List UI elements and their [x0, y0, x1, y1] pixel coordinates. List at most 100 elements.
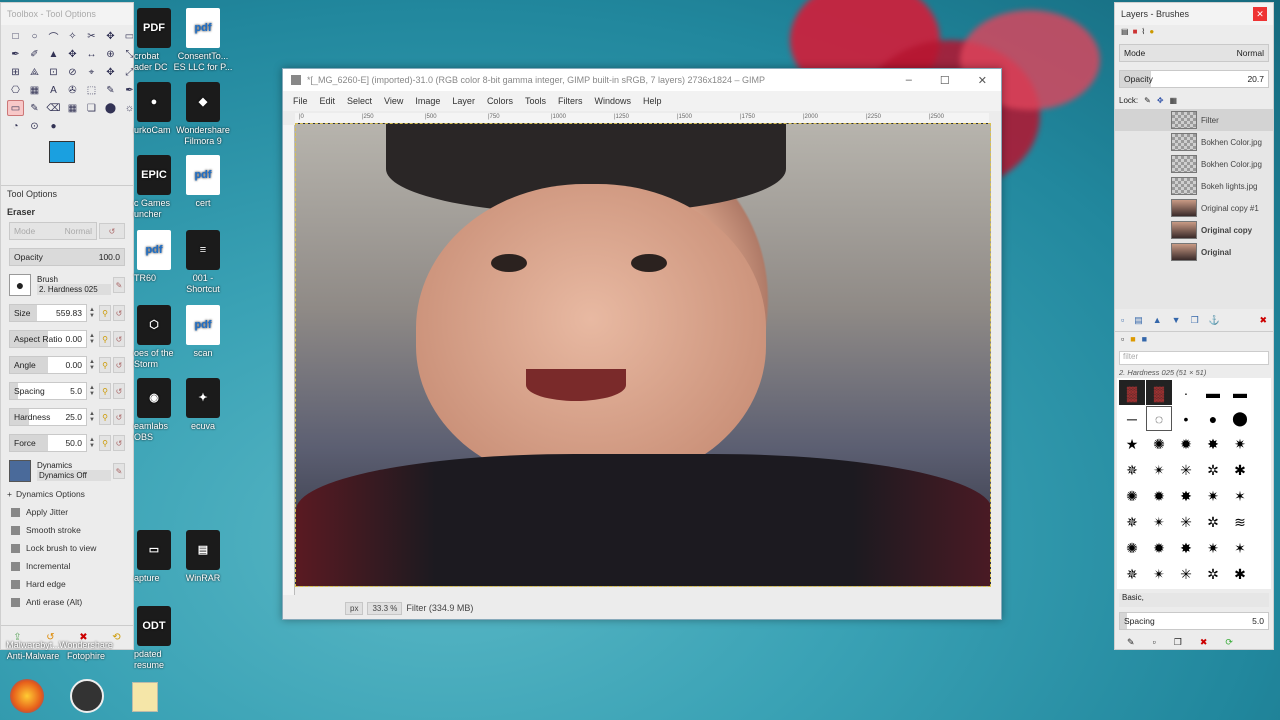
undo-tab-icon[interactable]: ● [1149, 27, 1154, 39]
spin-arrows-icon[interactable]: ▲ ▼ [89, 437, 97, 449]
tool-icon[interactable]: ⌖ [83, 64, 100, 80]
spin-arrows-icon[interactable]: ▲ ▼ [89, 359, 97, 371]
brush-preview[interactable]: ● [9, 274, 31, 296]
brush-swatch[interactable]: ✸ [1173, 536, 1199, 561]
gradients-tab-icon[interactable]: ■ [1142, 334, 1147, 347]
spin-arrows-icon[interactable]: ▲ ▼ [89, 333, 97, 345]
menu-item-layer[interactable]: Layer [446, 96, 481, 106]
tool-icon[interactable]: ◔ [7, 118, 24, 134]
channels-tab-icon[interactable]: ■ [1133, 27, 1138, 39]
brush-swatch[interactable]: ✸ [1173, 484, 1199, 509]
brush-edit-button[interactable]: ✎ [113, 277, 125, 293]
desktop-icon[interactable]: PDF crobat ader DC [134, 8, 174, 73]
checkbox-box[interactable] [11, 597, 20, 607]
brush-swatch[interactable]: ✺ [1146, 432, 1172, 457]
tool-icon[interactable]: ✎ [102, 82, 119, 98]
paths-tab-icon[interactable]: ⌇ [1141, 27, 1145, 39]
checkbox-box[interactable] [11, 543, 20, 553]
checkbox-box[interactable] [11, 507, 20, 517]
brush-swatch[interactable]: ▬ [1200, 380, 1226, 405]
brush-swatch[interactable]: ✵ [1119, 510, 1145, 535]
new-group-icon[interactable]: ▤ [1134, 315, 1143, 326]
brush-swatch[interactable]: ✶ [1227, 536, 1253, 561]
brush-swatch[interactable]: ✴ [1146, 510, 1172, 535]
menu-item-filters[interactable]: Filters [552, 96, 589, 106]
reset-icon[interactable]: ↺ [113, 383, 125, 399]
desktop-icon[interactable]: ▭ apture [134, 530, 174, 584]
brush-filter-field[interactable]: filter [1119, 351, 1269, 365]
image-canvas[interactable] [295, 123, 991, 587]
tool-icon[interactable]: ⎔ [7, 82, 24, 98]
mode-select[interactable]: Mode Normal [9, 222, 97, 240]
tool-icon[interactable]: ⟁ [26, 64, 43, 80]
new-brush-icon[interactable]: ▫ [1153, 637, 1156, 647]
layer-row[interactable]: Original copy #1 [1115, 197, 1273, 219]
brush-swatch[interactable]: ✳ [1173, 562, 1199, 587]
brush-swatch[interactable]: ● [1200, 406, 1226, 431]
tool-icon[interactable]: ⤡ [121, 46, 134, 62]
lock-position-icon[interactable]: ✥ [1157, 96, 1164, 105]
tool-icon[interactable]: ✂ [83, 28, 100, 44]
tool-icon[interactable]: ✥ [102, 64, 119, 80]
brush-swatch[interactable]: ▬ [1227, 380, 1253, 405]
layer-mode-select[interactable]: Mode Normal [1119, 44, 1269, 62]
mode-reset-button[interactable]: ↺ [99, 223, 125, 239]
layer-row[interactable]: Original copy [1115, 219, 1273, 241]
option-checkbox[interactable]: Lock brush to view [1, 539, 133, 557]
brush-swatch[interactable]: ≋ [1227, 510, 1253, 535]
tool-icon[interactable]: ⊡ [45, 64, 62, 80]
brush-swatch[interactable]: ✹ [1146, 484, 1172, 509]
brush-swatch[interactable]: • [1173, 406, 1199, 431]
tool-icon[interactable]: ✐ [26, 46, 43, 62]
link-icon[interactable]: ⚲ [99, 357, 111, 373]
dynamics-edit-button[interactable]: ✎ [113, 463, 125, 479]
desktop-icon[interactable]: pdf scan [170, 305, 236, 359]
brush-swatch[interactable]: ✷ [1227, 432, 1253, 457]
brush-swatch[interactable]: ✱ [1227, 562, 1253, 587]
brush-swatch[interactable]: ✸ [1200, 432, 1226, 457]
brush-swatch[interactable]: ✶ [1227, 484, 1253, 509]
dynamics-options-expander[interactable]: + Dynamics Options [1, 485, 133, 503]
brush-swatch[interactable]: ✲ [1200, 562, 1226, 587]
delete-layer-icon[interactable]: ✖ [1259, 315, 1267, 326]
zoom-select[interactable]: 33.3 % [367, 601, 403, 615]
layers-tab-icon[interactable]: ▤ [1121, 27, 1129, 39]
reset-icon[interactable]: ↺ [113, 435, 125, 451]
brush-swatch[interactable]: ▓ [1146, 380, 1172, 405]
tool-icon[interactable]: ⊙ [26, 118, 43, 134]
layer-row[interactable]: Original [1115, 241, 1273, 263]
brush-swatch[interactable]: ✳ [1173, 510, 1199, 535]
desktop-icon[interactable]: pdf ConsentTo... ES LLC for P... [170, 8, 236, 73]
link-icon[interactable]: ⚲ [99, 305, 111, 321]
minimize-icon[interactable]: – [906, 74, 912, 87]
reset-icon[interactable]: ↺ [113, 305, 125, 321]
option-slider[interactable]: Hardness 25.0 [9, 408, 87, 426]
brush-swatch[interactable]: ✱ [1227, 458, 1253, 483]
duplicate-brush-icon[interactable]: ❐ [1174, 637, 1182, 648]
firefox-icon[interactable] [10, 679, 44, 713]
layer-row[interactable]: Bokeh lights.jpg [1115, 175, 1273, 197]
desktop-icon[interactable]: ODT pdated resume [134, 606, 174, 671]
link-icon[interactable]: ⚲ [99, 383, 111, 399]
tool-icon[interactable]: ↔ [83, 46, 100, 62]
menu-item-image[interactable]: Image [409, 96, 446, 106]
option-slider[interactable]: Angle 0.00 [9, 356, 87, 374]
desktop-icon[interactable]: Wondershare Fotophire [53, 640, 119, 662]
brush-swatch[interactable]: ▓ [1119, 380, 1145, 405]
tool-icon[interactable]: ✎ [26, 100, 43, 116]
brush-swatch[interactable]: ✷ [1200, 484, 1226, 509]
desktop-icon[interactable]: ◉ eamlabs OBS [134, 378, 174, 443]
option-checkbox[interactable]: Incremental [1, 557, 133, 575]
checkbox-box[interactable] [11, 561, 20, 571]
desktop-icon[interactable]: pdf cert [170, 155, 236, 209]
menu-item-select[interactable]: Select [341, 96, 378, 106]
unit-select[interactable]: px [345, 601, 364, 615]
menu-item-edit[interactable]: Edit [314, 96, 342, 106]
option-slider[interactable]: Force 50.0 [9, 434, 87, 452]
link-icon[interactable]: ⚲ [99, 435, 111, 451]
brush-swatch[interactable]: ★ [1119, 432, 1145, 457]
tool-icon[interactable]: ⌒ [45, 28, 62, 44]
brush-spacing-slider[interactable]: Spacing 5.0 [1119, 612, 1269, 630]
tool-icon[interactable]: ▦ [64, 100, 81, 116]
brush-swatch[interactable]: ✵ [1119, 458, 1145, 483]
